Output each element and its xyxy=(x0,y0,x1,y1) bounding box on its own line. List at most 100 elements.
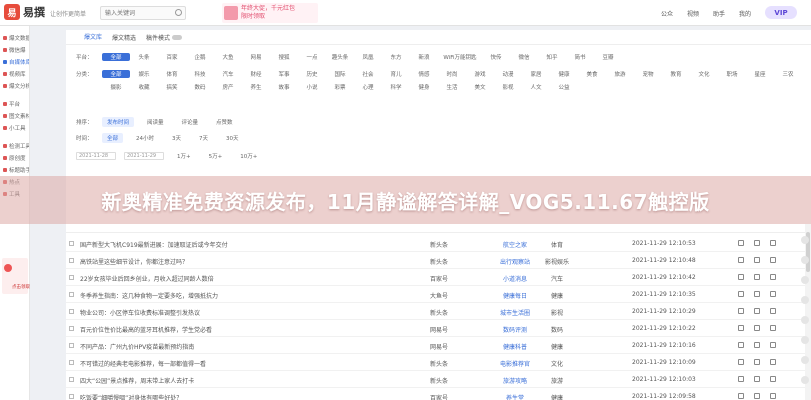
nav-item[interactable]: 我的 xyxy=(739,9,751,18)
scrollbar[interactable] xyxy=(805,224,811,400)
table-row[interactable]: 冬季养生指南：这几种食物一定要多吃，增强抵抗力 大鱼号 健康每日 健康 2021-11-… xyxy=(66,287,811,303)
sidebar-item[interactable]: 小工具 xyxy=(0,122,29,134)
date-to-input[interactable]: 2021-11-29 xyxy=(124,152,164,160)
date-from-input[interactable]: 2021-11-28 xyxy=(76,152,116,160)
filter-chip[interactable]: 新浪 xyxy=(410,53,438,61)
copy-icon[interactable] xyxy=(754,308,760,314)
star-icon[interactable] xyxy=(738,291,744,297)
filter-chip[interactable]: 搞笑 xyxy=(158,83,186,91)
range-chip[interactable]: 1万+ xyxy=(172,151,196,161)
sidebar-promo[interactable]: 点击领取 xyxy=(2,258,30,294)
range-chip[interactable]: 5万+ xyxy=(204,151,228,161)
filter-option[interactable]: 点赞数 xyxy=(211,117,238,127)
filter-chip[interactable]: 历史 xyxy=(298,70,326,78)
star-icon[interactable] xyxy=(738,308,744,314)
row-account[interactable]: 健康科普 xyxy=(480,342,550,351)
side-action-icon[interactable] xyxy=(801,276,809,284)
filter-chip[interactable]: 健康 xyxy=(550,70,578,78)
more-icon[interactable] xyxy=(770,325,776,331)
filter-chip[interactable]: 动漫 xyxy=(494,70,522,78)
filter-option[interactable]: 7天 xyxy=(194,133,213,143)
filter-chip[interactable]: 科学 xyxy=(382,83,410,91)
row-account[interactable]: 数码评测 xyxy=(480,325,550,334)
star-icon[interactable] xyxy=(738,240,744,246)
copy-icon[interactable] xyxy=(754,257,760,263)
table-row[interactable]: 不可错过的经典老电影推荐，每一部都值得一看 新头条 电影推荐官 文化 2021-11-2… xyxy=(66,355,811,371)
row-account[interactable]: 养生堂 xyxy=(480,393,550,400)
row-checkbox[interactable] xyxy=(69,377,74,382)
filter-chip[interactable]: 科技 xyxy=(186,70,214,78)
star-icon[interactable] xyxy=(738,325,744,331)
copy-icon[interactable] xyxy=(754,240,760,246)
more-icon[interactable] xyxy=(770,393,776,399)
filter-chip[interactable]: 凤凰 xyxy=(354,53,382,61)
more-icon[interactable] xyxy=(770,359,776,365)
star-icon[interactable] xyxy=(738,376,744,382)
table-row[interactable]: 物业公司：小区停车位收费标准调整引发热议 新头条 城市生活圈 影视 2021-11-29… xyxy=(66,304,811,320)
filter-option[interactable]: 评论量 xyxy=(177,117,204,127)
star-icon[interactable] xyxy=(738,393,744,399)
filter-chip[interactable]: 豆瓣 xyxy=(594,53,622,61)
filter-chip[interactable]: 体育 xyxy=(158,70,186,78)
sidebar-item[interactable]: 图文素材 xyxy=(0,110,29,122)
filter-chip[interactable]: 三农 xyxy=(774,70,802,78)
more-icon[interactable] xyxy=(770,257,776,263)
row-checkbox[interactable] xyxy=(69,326,74,331)
filter-chip[interactable]: 汽车 xyxy=(214,70,242,78)
sidebar-item[interactable]: 爆文数据 xyxy=(0,32,29,44)
copy-icon[interactable] xyxy=(754,342,760,348)
filter-chip[interactable]: 搜狐 xyxy=(270,53,298,61)
row-account[interactable]: 健康每日 xyxy=(480,291,550,300)
filter-chip[interactable]: 教育 xyxy=(662,70,690,78)
row-checkbox[interactable] xyxy=(69,343,74,348)
row-checkbox[interactable] xyxy=(69,394,74,399)
table-row[interactable]: 22岁女孩毕业后回乡创业，月收入超过同龄人数倍 百家号 小道消息 汽车 2021-11-… xyxy=(66,270,811,286)
filter-chip[interactable]: 头条 xyxy=(130,53,158,61)
nav-item[interactable]: 助手 xyxy=(713,9,725,18)
filter-chip[interactable]: 摄影 xyxy=(102,83,130,91)
star-icon[interactable] xyxy=(738,359,744,365)
sidebar-item[interactable]: 爆文分析 xyxy=(0,80,29,92)
row-title[interactable]: 不可错过的经典老电影推荐，每一部都值得一看 xyxy=(80,359,280,368)
filter-chip[interactable]: 微信 xyxy=(510,53,538,61)
table-row[interactable]: 国产新型大飞机C919最新进展：加速取证后或今年交付 新头条 航空之家 体育 2021-… xyxy=(66,236,811,252)
copy-icon[interactable] xyxy=(754,376,760,382)
filter-option[interactable]: 30天 xyxy=(221,133,244,143)
row-title[interactable]: 22岁女孩毕业后回乡创业，月收入超过同龄人数倍 xyxy=(80,274,280,283)
filter-chip[interactable]: 大鱼 xyxy=(214,53,242,61)
side-action-icon[interactable] xyxy=(801,296,809,304)
row-title[interactable]: 百元价位性价比最高的蓝牙耳机推荐，学生党必看 xyxy=(80,325,280,334)
copy-icon[interactable] xyxy=(754,393,760,399)
filter-chip[interactable]: 情感 xyxy=(410,70,438,78)
copy-icon[interactable] xyxy=(754,291,760,297)
logo[interactable]: 易 易撰 xyxy=(4,4,45,20)
filter-chip[interactable]: 育儿 xyxy=(382,70,410,78)
filter-chip[interactable]: 全部 xyxy=(102,70,130,78)
filter-chip[interactable]: 文化 xyxy=(690,70,718,78)
sidebar-item[interactable]: 微信爆 xyxy=(0,44,29,56)
row-account[interactable]: 城市生活圈 xyxy=(480,308,550,317)
sidebar-item[interactable]: 标题助手 xyxy=(0,164,29,176)
row-title[interactable]: 国产新型大飞机C919最新进展：加速取证后或今年交付 xyxy=(80,240,280,249)
sidebar-item[interactable]: 自媒体库 xyxy=(0,56,29,68)
more-icon[interactable] xyxy=(770,376,776,382)
filter-chip[interactable]: 收藏 xyxy=(130,83,158,91)
filter-chip[interactable]: 宠物 xyxy=(634,70,662,78)
row-account[interactable]: 电影推荐官 xyxy=(480,359,550,368)
row-checkbox[interactable] xyxy=(69,275,74,280)
sidebar-item[interactable]: 原创度 xyxy=(0,152,29,164)
filter-chip[interactable]: 百家 xyxy=(158,53,186,61)
row-title[interactable]: 高铁站里这些细节设计，你都注意过吗？ xyxy=(80,257,280,266)
filter-chip[interactable]: 美文 xyxy=(466,83,494,91)
row-title[interactable]: 冬季养生指南：这几种食物一定要多吃，增强抵抗力 xyxy=(80,291,280,300)
row-title[interactable]: 吃饭要“细嚼慢咽”对身体有哪些好处？ xyxy=(80,393,280,400)
filter-chip[interactable]: 职场 xyxy=(718,70,746,78)
star-icon[interactable] xyxy=(738,342,744,348)
filter-option[interactable]: 3天 xyxy=(167,133,186,143)
filter-chip[interactable]: 人文 xyxy=(522,83,550,91)
more-icon[interactable] xyxy=(770,308,776,314)
filter-option[interactable]: 24小时 xyxy=(131,133,159,143)
filter-chip[interactable]: 全部 xyxy=(102,53,130,61)
filter-chip[interactable]: 一点 xyxy=(298,53,326,61)
filter-chip[interactable]: 社会 xyxy=(354,70,382,78)
